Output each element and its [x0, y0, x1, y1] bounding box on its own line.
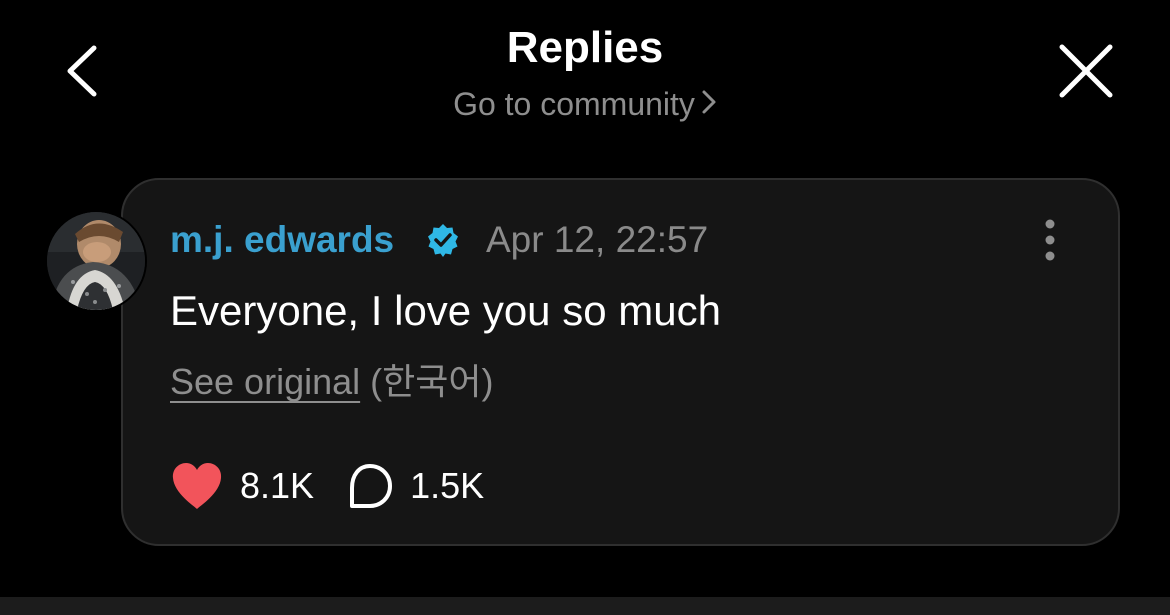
comment-count: 1.5K: [410, 465, 485, 506]
page-title: Replies: [506, 23, 664, 72]
more-options-button[interactable]: [1032, 216, 1068, 264]
like-button[interactable]: 8.1K: [170, 461, 314, 511]
reply-text: Everyone, I love you so much: [170, 287, 721, 334]
replies-screen: Replies Go to community m.j. edwards Apr…: [0, 0, 1170, 615]
username[interactable]: m.j. edwards: [170, 218, 394, 262]
like-count: 8.1K: [240, 465, 315, 506]
close-icon: [1059, 44, 1113, 98]
verified-badge-icon: [425, 222, 461, 258]
original-language-label: (한국어): [370, 361, 494, 402]
see-original-link[interactable]: See original: [170, 361, 360, 402]
heart-icon: [172, 463, 222, 509]
timestamp: Apr 12, 22:57: [486, 219, 709, 260]
translation-row: See original (한국어): [170, 360, 493, 404]
go-to-community-link[interactable]: Go to community: [0, 84, 1170, 124]
avatar-image: [47, 212, 145, 310]
bottom-bar: [0, 597, 1170, 615]
chevron-right-icon: [701, 84, 717, 124]
community-link-label: Go to community: [453, 86, 695, 122]
comment-bubble-icon: [350, 464, 393, 508]
header: Replies Go to community: [0, 0, 1170, 140]
close-button[interactable]: [1052, 38, 1120, 104]
reply-actions: 8.1K 1.5K: [170, 458, 484, 514]
more-vertical-icon: [1045, 219, 1055, 261]
comment-button[interactable]: 1.5K: [314, 462, 484, 510]
avatar[interactable]: [47, 212, 145, 310]
